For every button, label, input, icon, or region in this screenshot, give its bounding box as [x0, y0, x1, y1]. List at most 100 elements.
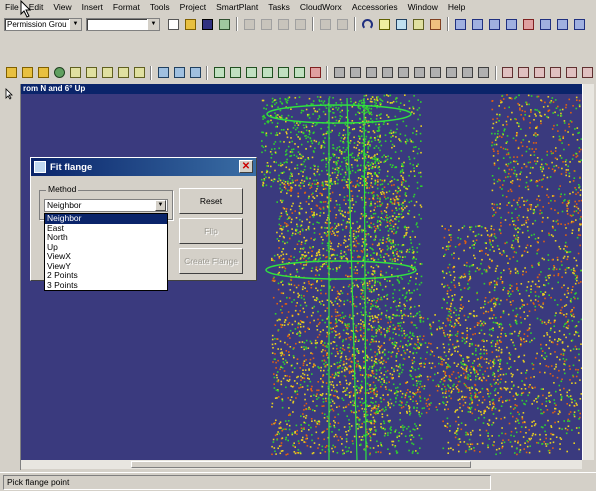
menu-tasks[interactable]: Tasks	[263, 0, 295, 14]
measure-button[interactable]	[377, 17, 392, 32]
save-button[interactable]	[200, 17, 215, 32]
filter-combo[interactable]: ▼	[86, 18, 160, 31]
chevron-down-icon[interactable]: ▼	[147, 19, 159, 30]
horizontal-scrollbar[interactable]	[21, 460, 582, 469]
menu-accessories[interactable]: Accessories	[347, 0, 403, 14]
pointer-icon[interactable]	[5, 88, 15, 100]
point-cloud-cluster	[321, 314, 502, 415]
tool-button-6[interactable]	[84, 65, 98, 80]
dialog-title-bar: Fit flange	[31, 158, 256, 176]
menu-help[interactable]: Help	[443, 0, 470, 14]
chevron-down-icon[interactable]: ▼	[69, 19, 81, 30]
new-button[interactable]	[166, 17, 181, 32]
open-button[interactable]	[183, 17, 198, 32]
tool-button-32[interactable]	[533, 65, 547, 80]
method-select-value: Neighbor	[47, 200, 82, 210]
tool-button-35[interactable]	[581, 65, 595, 80]
tool-button-25[interactable]	[413, 65, 427, 80]
eraser-icon	[430, 19, 441, 30]
paste-button[interactable]	[276, 17, 291, 32]
option-3-points[interactable]: 3 Points	[45, 281, 167, 291]
view-cube-button[interactable]	[453, 17, 468, 32]
tool-button-21[interactable]	[348, 65, 362, 80]
flip-button[interactable]: Flip	[179, 218, 243, 244]
tool-button-18[interactable]	[292, 65, 306, 80]
view-pan-button[interactable]	[538, 17, 553, 32]
tool-button-15[interactable]	[244, 65, 258, 80]
tool-button-10[interactable]	[156, 65, 170, 80]
view-cubes-button[interactable]	[470, 17, 485, 32]
rotate-button[interactable]	[335, 17, 350, 32]
tool-button-34[interactable]	[565, 65, 579, 80]
tool-button-20[interactable]	[332, 65, 346, 80]
tool-button-26[interactable]	[429, 65, 443, 80]
tool-button-1[interactable]	[4, 65, 18, 80]
horizontal-scroll-thumb[interactable]	[131, 461, 471, 468]
menu-cloudworx[interactable]: CloudWorx	[295, 0, 347, 14]
view-star-button[interactable]	[521, 17, 536, 32]
option-north[interactable]: North	[45, 233, 167, 243]
edit-tool-button[interactable]	[411, 17, 426, 32]
tool-button-13[interactable]	[212, 65, 226, 80]
tool-button-28[interactable]	[461, 65, 475, 80]
reset-button[interactable]: Reset	[179, 188, 243, 214]
tool-button-27[interactable]	[445, 65, 459, 80]
folder-icon	[38, 67, 49, 78]
view-camera-button[interactable]	[555, 17, 570, 32]
tool-button-30[interactable]	[501, 65, 515, 80]
method-select[interactable]: Neighbor ▼	[44, 199, 168, 212]
menu-insert[interactable]: Insert	[77, 0, 108, 14]
tool-button-4[interactable]	[52, 65, 66, 80]
tool-button-33[interactable]	[549, 65, 563, 80]
menu-smartplant[interactable]: SmartPlant	[211, 0, 263, 14]
copy-button[interactable]	[259, 17, 274, 32]
tool-button-7[interactable]	[100, 65, 114, 80]
tool-button-11[interactable]	[172, 65, 186, 80]
tool-button-29[interactable]	[477, 65, 491, 80]
tool-button-5[interactable]	[68, 65, 82, 80]
menu-format[interactable]: Format	[108, 0, 145, 14]
view-front-button[interactable]	[487, 17, 502, 32]
tool-button-16[interactable]	[260, 65, 274, 80]
chevron-down-icon[interactable]: ▼	[155, 200, 166, 211]
window-icon	[574, 19, 585, 30]
tool-button-12[interactable]	[188, 65, 202, 80]
menu-tools[interactable]: Tools	[145, 0, 175, 14]
edit-tool-icon	[413, 19, 424, 30]
tool-button-23[interactable]	[381, 65, 395, 80]
pipe-icon	[430, 67, 441, 78]
print-button[interactable]	[217, 17, 232, 32]
tool-button-17[interactable]	[276, 65, 290, 80]
tool-button-3[interactable]	[36, 65, 50, 80]
flange-icon	[582, 67, 593, 78]
vertical-scrollbar[interactable]	[582, 84, 594, 460]
close-button[interactable]: ✕	[239, 160, 253, 173]
pipe-icon	[414, 67, 425, 78]
grid-icon	[214, 67, 225, 78]
create-flange-button[interactable]: Create Flange	[179, 248, 243, 274]
permission-group-combo[interactable]: Permission Grou ▼	[4, 18, 82, 31]
delete-button[interactable]	[293, 17, 308, 32]
eraser-button[interactable]	[428, 17, 443, 32]
undo-button[interactable]	[360, 17, 375, 32]
tool-button-31[interactable]	[517, 65, 531, 80]
cut-button[interactable]	[242, 17, 257, 32]
cut-icon	[244, 19, 255, 30]
left-toolbar	[0, 84, 21, 470]
tool-button-9[interactable]	[132, 65, 146, 80]
tool-button-22[interactable]	[364, 65, 378, 80]
menu-view[interactable]: View	[48, 0, 76, 14]
menu-project[interactable]: Project	[175, 0, 211, 14]
tool-button-14[interactable]	[228, 65, 242, 80]
move-button[interactable]	[318, 17, 333, 32]
tool-button-19[interactable]	[308, 65, 322, 80]
tool-button-2[interactable]	[20, 65, 34, 80]
tool-button-24[interactable]	[397, 65, 411, 80]
view-window-button[interactable]	[572, 17, 587, 32]
select-tool-button[interactable]	[394, 17, 409, 32]
menu-window[interactable]: Window	[403, 0, 443, 14]
view-iso-button[interactable]	[504, 17, 519, 32]
method-options-list: Neighbor East North Up ViewX ViewY 2 Poi…	[44, 213, 168, 291]
flange-ring-bottom[interactable]	[266, 261, 416, 279]
tool-button-8[interactable]	[116, 65, 130, 80]
